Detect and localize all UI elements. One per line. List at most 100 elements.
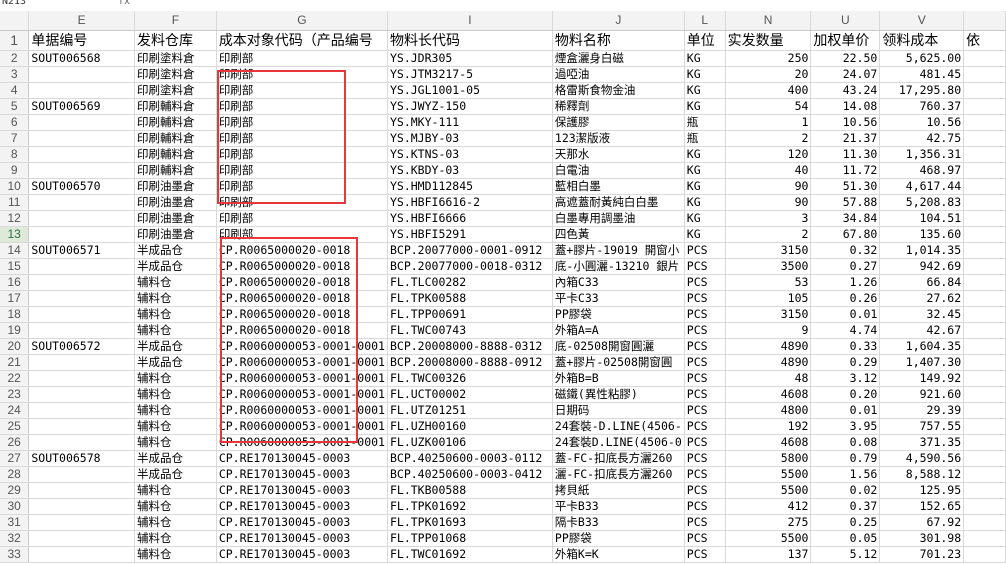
cell-unit-price[interactable]: 0.27 bbox=[810, 258, 881, 275]
cell-material-code[interactable]: FL.TPK00588 bbox=[387, 290, 553, 307]
cell-qty[interactable]: 4608 bbox=[725, 386, 812, 403]
cell-cost[interactable]: 1,604.35 bbox=[879, 338, 965, 355]
cell-unit-price[interactable]: 67.80 bbox=[810, 226, 881, 243]
cell-doc-no[interactable] bbox=[28, 482, 136, 499]
cell-material-name[interactable]: 煙盒灑身白磁 bbox=[552, 50, 685, 67]
cell-empty[interactable] bbox=[963, 514, 1006, 531]
cell-material-code[interactable]: FL.TWC00743 bbox=[387, 322, 553, 339]
cell-doc-no[interactable] bbox=[28, 418, 136, 435]
cell-cost-object[interactable]: CP.R0065000020-0018 bbox=[216, 306, 388, 323]
cell-cost[interactable]: 5,208.83 bbox=[879, 194, 965, 211]
cell-cost-object[interactable]: CP.R0065000020-0018 bbox=[216, 322, 388, 339]
header-warehouse[interactable]: 发料仓库 bbox=[134, 30, 217, 51]
cell-material-code[interactable]: FL.TPK01692 bbox=[387, 498, 553, 515]
header-unit-price[interactable]: 加权单价 bbox=[810, 30, 881, 51]
name-box[interactable]: N213 bbox=[0, 0, 92, 10]
row-number[interactable]: 20 bbox=[0, 338, 30, 355]
cell-material-code[interactable]: BCP.20008000-8888-0912 bbox=[387, 354, 553, 371]
cell-warehouse[interactable]: 辅料仓 bbox=[134, 306, 217, 323]
cell-unit[interactable]: PCS bbox=[684, 498, 726, 515]
cell-cost-object[interactable]: 印刷部 bbox=[216, 210, 388, 227]
cell-empty[interactable] bbox=[963, 274, 1006, 291]
cell-cost[interactable]: 17,295.80 bbox=[879, 82, 965, 99]
cell-empty[interactable] bbox=[963, 450, 1006, 467]
cell-unit-price[interactable]: 57.88 bbox=[810, 194, 881, 211]
cell-warehouse[interactable]: 半成品仓 bbox=[134, 354, 217, 371]
cell-doc-no[interactable] bbox=[28, 306, 136, 323]
cell-unit-price[interactable]: 0.25 bbox=[810, 514, 881, 531]
cell-unit-price[interactable]: 0.26 bbox=[810, 290, 881, 307]
cell-cost-object[interactable]: CP.R0060000053-0001-0001 bbox=[216, 418, 388, 435]
cell-cost[interactable]: 757.55 bbox=[879, 418, 965, 435]
cell-unit[interactable]: PCS bbox=[684, 514, 726, 531]
cell-unit[interactable]: 瓶 bbox=[684, 114, 726, 131]
cell-qty[interactable]: 4890 bbox=[725, 338, 812, 355]
cell-material-code[interactable]: BCP.20077000-0001-0912 bbox=[387, 242, 553, 259]
cell-warehouse[interactable]: 印刷油墨倉 bbox=[134, 226, 217, 243]
cell-unit-price[interactable]: 34.84 bbox=[810, 210, 881, 227]
cell-cost-object[interactable]: CP.R0065000020-0018 bbox=[216, 290, 388, 307]
row-number[interactable]: 24 bbox=[0, 402, 30, 419]
cell-qty[interactable]: 412 bbox=[725, 498, 812, 515]
cell-cost[interactable]: 1,356.31 bbox=[879, 146, 965, 163]
cell-unit[interactable]: PCS bbox=[684, 322, 726, 339]
cell-material-name[interactable]: 內箱C33 bbox=[552, 274, 685, 291]
cell-warehouse[interactable]: 辅料仓 bbox=[134, 402, 217, 419]
cell-material-name[interactable]: 隔卡B33 bbox=[552, 514, 685, 531]
row-number[interactable]: 27 bbox=[0, 450, 30, 467]
row-number[interactable]: 1 bbox=[0, 30, 30, 51]
cell-cost-object[interactable]: CP.RE170130045-0003 bbox=[216, 450, 388, 467]
row-number[interactable]: 16 bbox=[0, 274, 30, 291]
cell-cost-object[interactable]: 印刷部 bbox=[216, 82, 388, 99]
cell-unit[interactable]: PCS bbox=[684, 258, 726, 275]
cell-empty[interactable] bbox=[963, 258, 1006, 275]
cell-doc-no[interactable]: SOUT006568 bbox=[28, 50, 136, 67]
cell-doc-no[interactable] bbox=[28, 322, 136, 339]
cell-qty[interactable]: 90 bbox=[725, 178, 812, 195]
cell-warehouse[interactable]: 半成品仓 bbox=[134, 450, 217, 467]
cell-material-name[interactable]: 平卡B33 bbox=[552, 498, 685, 515]
cell-material-code[interactable]: YS.HBFI6666 bbox=[387, 210, 553, 227]
cell-doc-no[interactable] bbox=[28, 226, 136, 243]
cell-unit-price[interactable]: 0.05 bbox=[810, 530, 881, 547]
cell-unit-price[interactable]: 14.08 bbox=[810, 98, 881, 115]
cell-empty[interactable] bbox=[963, 482, 1006, 499]
cell-cost-object[interactable]: CP.R0060000053-0001-0001 bbox=[216, 354, 388, 371]
cell-material-name[interactable]: 保護膠 bbox=[552, 114, 685, 131]
cell-cost-object[interactable]: 印刷部 bbox=[216, 130, 388, 147]
cell-unit-price[interactable]: 22.50 bbox=[810, 50, 881, 67]
cell-material-name[interactable]: 天那水 bbox=[552, 146, 685, 163]
cell-doc-no[interactable] bbox=[28, 290, 136, 307]
cell-cost[interactable]: 4,617.44 bbox=[879, 178, 965, 195]
cell-cost[interactable]: 152.65 bbox=[879, 498, 965, 515]
cell-material-code[interactable]: BCP.40250600-0003-0412 bbox=[387, 466, 553, 483]
cell-qty[interactable]: 1 bbox=[725, 114, 812, 131]
cell-material-name[interactable]: 24套裝D.LINE(4506-0 bbox=[552, 434, 685, 451]
row-number[interactable]: 15 bbox=[0, 258, 30, 275]
cell-warehouse[interactable]: 印刷油墨倉 bbox=[134, 210, 217, 227]
cell-unit-price[interactable]: 51.30 bbox=[810, 178, 881, 195]
cell-empty[interactable] bbox=[963, 418, 1006, 435]
cell-cost-object[interactable]: CP.R0060000053-0001-0001 bbox=[216, 370, 388, 387]
cell-qty[interactable]: 54 bbox=[725, 98, 812, 115]
column-header-i[interactable]: I bbox=[387, 11, 553, 31]
cell-material-name[interactable]: 外箱K=K bbox=[552, 546, 685, 563]
row-number[interactable]: 22 bbox=[0, 370, 30, 387]
cell-material-code[interactable]: YS.JDR305 bbox=[387, 50, 553, 67]
cell-qty[interactable]: 4800 bbox=[725, 402, 812, 419]
cell-empty[interactable] bbox=[963, 178, 1006, 195]
cell-material-code[interactable]: FL.TPP00691 bbox=[387, 306, 553, 323]
cell-warehouse[interactable]: 半成品仓 bbox=[134, 338, 217, 355]
cell-unit-price[interactable]: 0.01 bbox=[810, 306, 881, 323]
cell-cost[interactable]: 301.98 bbox=[879, 530, 965, 547]
cell-qty[interactable]: 9 bbox=[725, 322, 812, 339]
row-number[interactable]: 10 bbox=[0, 178, 30, 195]
cell-unit[interactable]: PCS bbox=[684, 338, 726, 355]
cell-empty[interactable] bbox=[963, 162, 1006, 179]
cell-empty[interactable] bbox=[963, 82, 1006, 99]
cell-material-name[interactable]: 灑-FC-扣底長方灑260 bbox=[552, 466, 685, 483]
cell-empty[interactable] bbox=[963, 306, 1006, 323]
cell-material-code[interactable]: YS.KTNS-03 bbox=[387, 146, 553, 163]
cell-unit[interactable]: PCS bbox=[684, 274, 726, 291]
cell-cost[interactable]: 4,590.56 bbox=[879, 450, 965, 467]
